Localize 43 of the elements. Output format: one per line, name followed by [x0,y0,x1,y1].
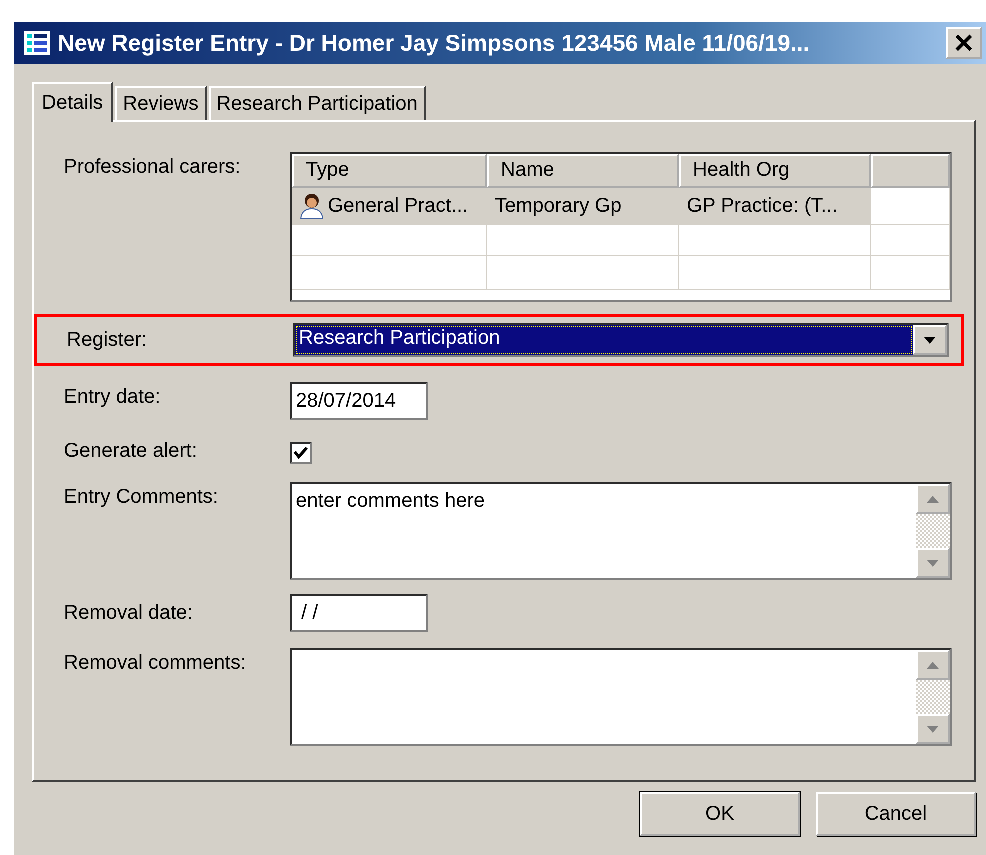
field-label: Generate alert: [64,439,198,463]
up-arrow-icon [927,662,939,668]
scrollbar[interactable] [916,484,950,578]
carers-table[interactable]: Type Name Health Org General Pract... Temporary Gp GP Practice: (T... [290,152,952,302]
table-cell: General Pract... [328,194,468,218]
field-label: Removal comments: [64,651,248,675]
down-arrow-icon [927,726,939,732]
person-icon [300,193,324,219]
field-label: Entry Comments: [64,485,220,509]
field-label: Entry date: [64,385,162,409]
removal-comments-field[interactable] [290,648,952,746]
cancel-button[interactable]: Cancel [816,792,976,836]
close-icon [955,34,973,52]
down-arrow-icon [927,560,939,566]
scroll-down-button[interactable] [916,714,950,744]
register-dropdown[interactable]: Research Participation [293,323,949,357]
tab[interactable]: Research Participation [208,86,426,120]
list-icon [24,31,50,55]
alert-checkbox[interactable] [290,442,312,464]
tab[interactable]: Reviews [115,86,207,120]
column-header[interactable] [871,154,950,188]
close-button[interactable] [946,27,982,59]
column-header[interactable]: Name [487,154,679,188]
scroll-down-button[interactable] [916,548,950,578]
tab[interactable]: Details [32,82,114,122]
scrollbar[interactable] [916,650,950,744]
table-cell: GP Practice: (T... [687,194,838,218]
scroll-up-button[interactable] [916,484,950,514]
column-header[interactable]: Type [292,154,487,188]
entry-date-field[interactable]: 28/07/2014 [290,382,428,420]
entry-comments-field[interactable]: enter comments here [290,482,952,580]
up-arrow-icon [927,496,939,502]
field-label: Removal date: [64,601,194,625]
field-label: Professional carers: [64,155,242,179]
removal-date-field[interactable]: / / [290,594,428,632]
table-row[interactable]: General Pract... Temporary Gp GP Practice: (T... [292,188,950,222]
window-title: New Register Entry - Dr Homer Jay Simpsons 123456 Male 11/06/19... [58,30,811,56]
scroll-up-button[interactable] [916,650,950,680]
field-label: Register: [67,328,148,352]
dropdown-arrow-icon [924,336,936,344]
table-cell: Temporary Gp [495,194,622,218]
ok-button[interactable]: OK [640,792,800,836]
column-header[interactable]: Health Org [679,154,871,188]
